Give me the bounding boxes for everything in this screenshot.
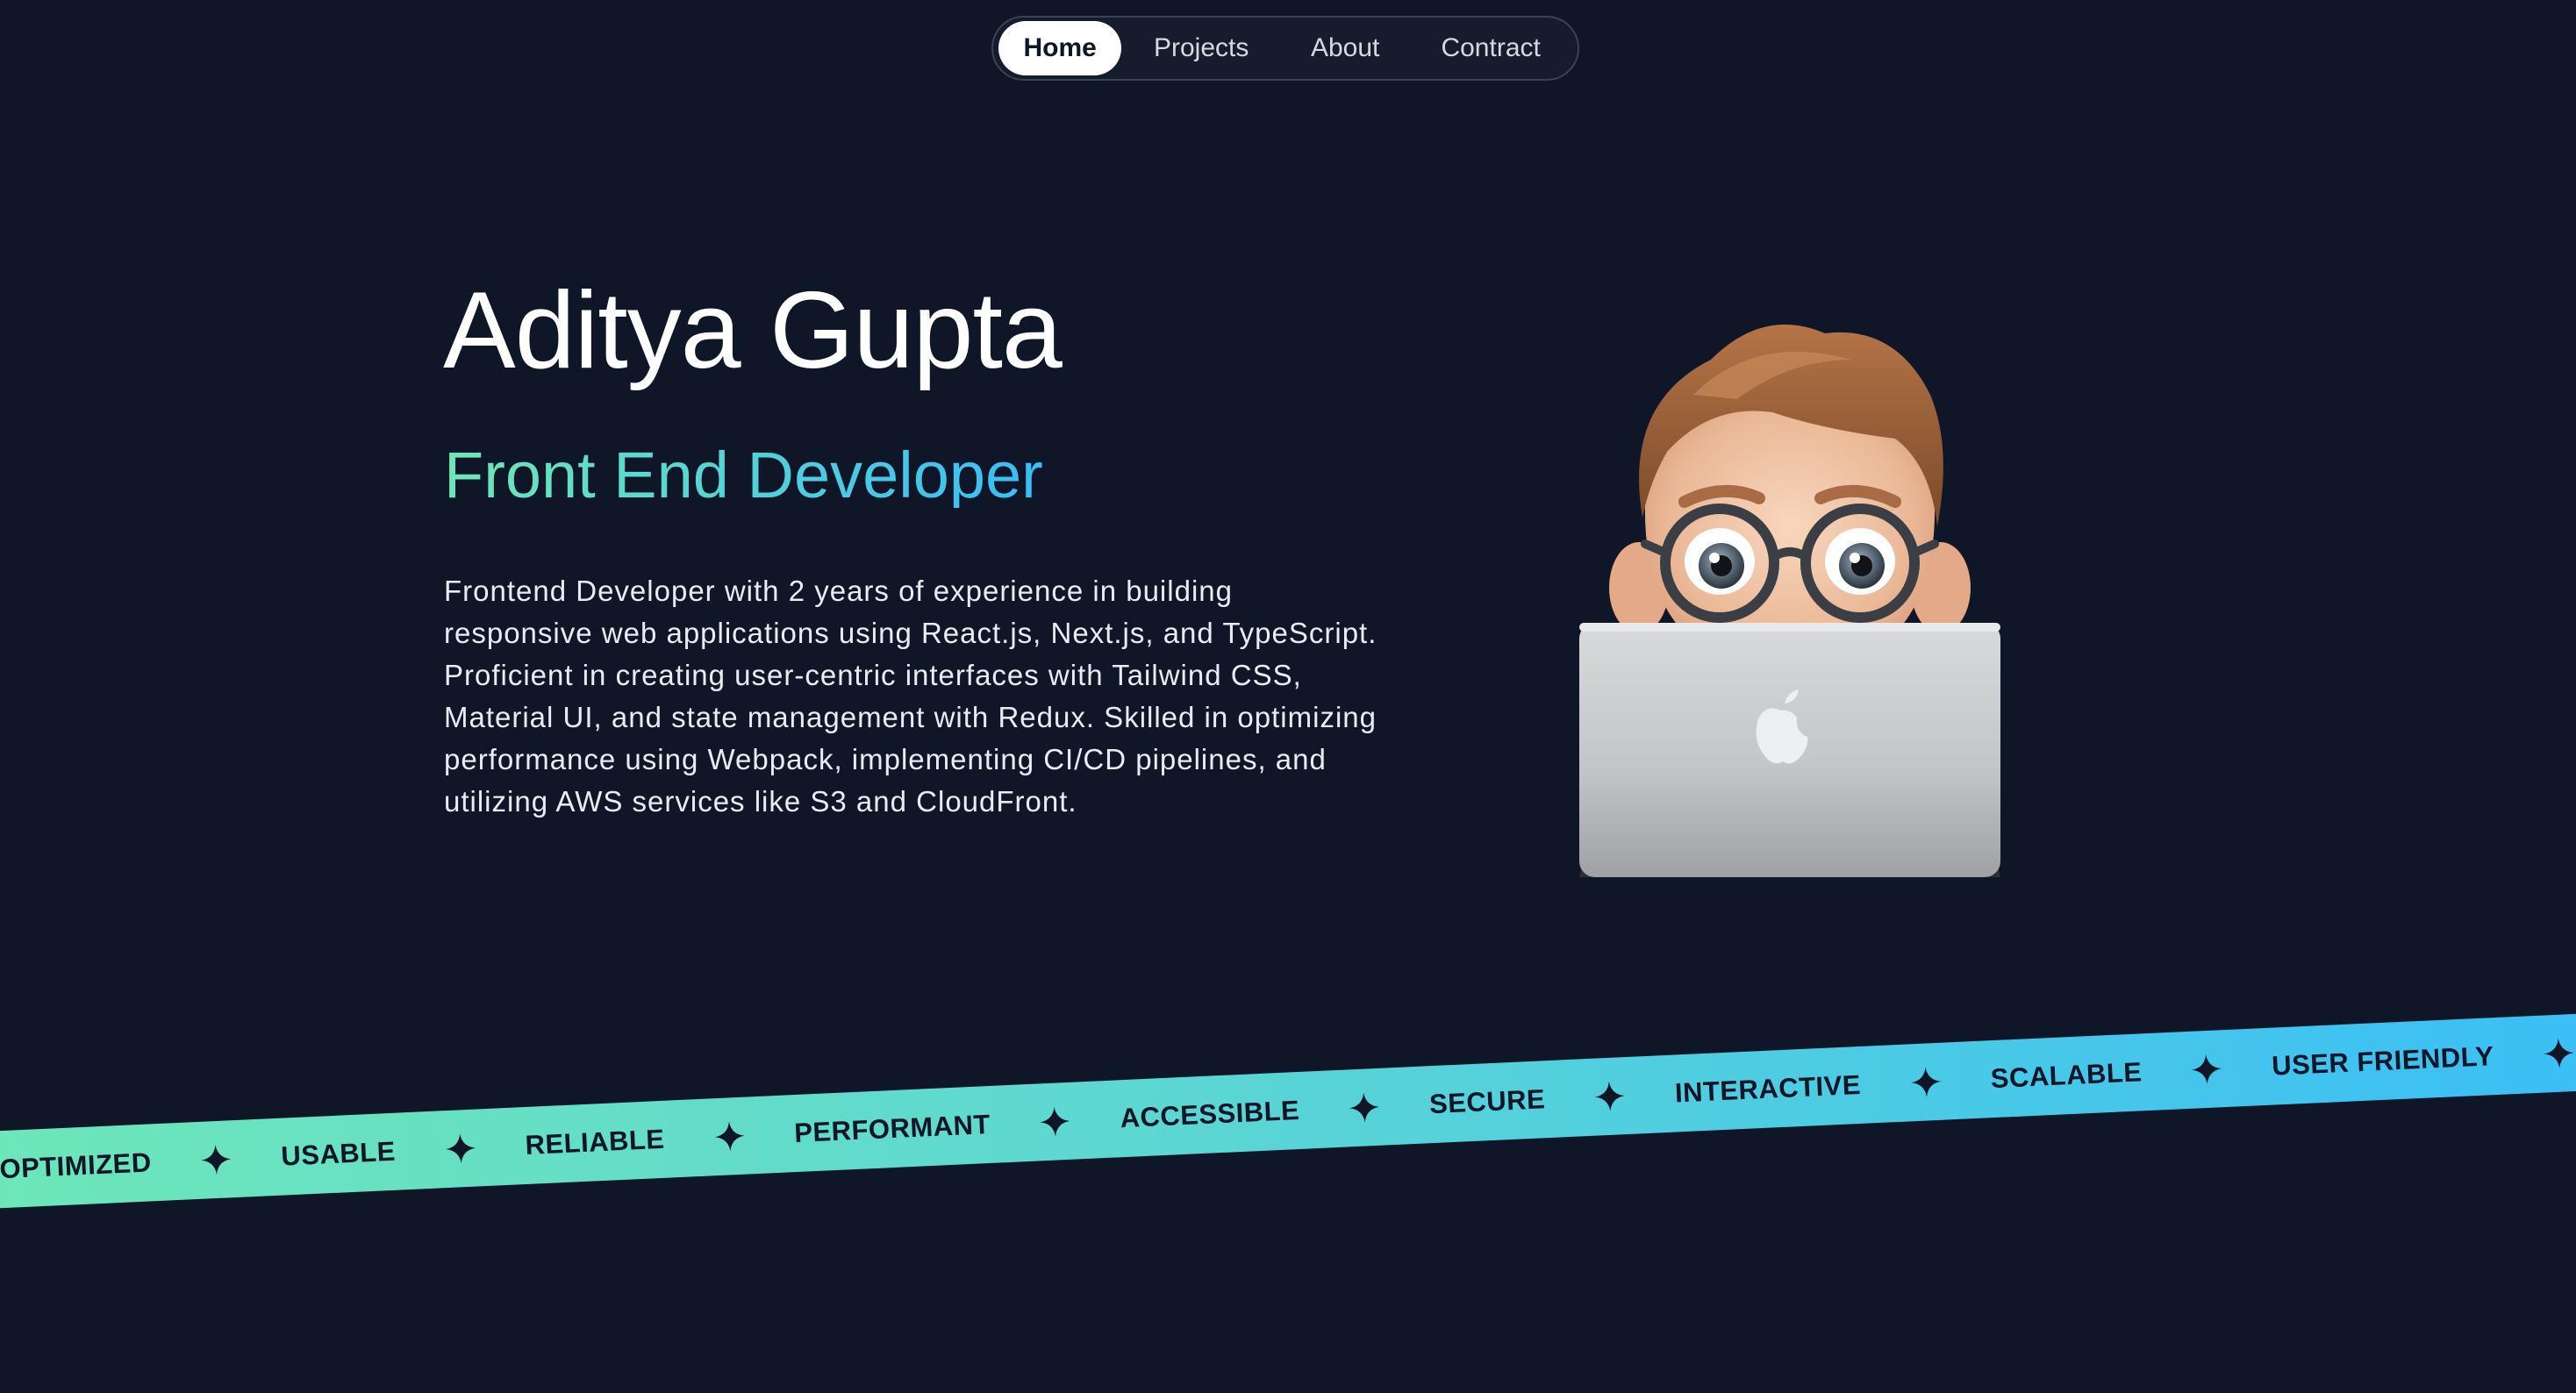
ribbon-word: SECURE: [1428, 1083, 1546, 1120]
bio-line: performance using Webpack, implementing …: [444, 743, 1327, 775]
ribbon-word: USER FRIENDLY: [2271, 1040, 2495, 1082]
top-nav: Home Projects About Contract: [991, 16, 1579, 81]
bio-line: utilizing AWS services like S3 and Cloud…: [444, 785, 1077, 818]
nav-item-projects[interactable]: Projects: [1121, 21, 1281, 75]
memoji-laptop-avatar-icon: [1562, 298, 2018, 877]
skills-ribbon: H OPTIMIZED USABLE RELIABLE PERFORMANT ACCES…: [0, 1008, 2576, 1213]
sparkle-star-icon: [2191, 1053, 2224, 1086]
ribbon-word: INTERACTIVE: [1674, 1068, 1862, 1109]
sparkle-star-icon: [2543, 1037, 2576, 1070]
sparkle-star-icon: [444, 1132, 477, 1166]
bio-line: Frontend Developer with 2 years of exper…: [444, 575, 1233, 607]
sparkle-star-icon: [1593, 1080, 1627, 1113]
sparkle-star-icon: [713, 1120, 747, 1154]
sparkle-star-icon: [1039, 1105, 1072, 1139]
ribbon-word: SCALABLE: [1990, 1056, 2143, 1095]
ribbon-word: RELIABLE: [524, 1123, 666, 1161]
hero-bio: Frontend Developer with 2 years of exper…: [444, 570, 1479, 823]
sparkle-star-icon: [1348, 1091, 1381, 1125]
bio-line: responsive web applications using React.…: [444, 617, 1377, 649]
ribbon-track: H OPTIMIZED USABLE RELIABLE PERFORMANT ACCES…: [0, 1011, 2576, 1187]
bio-line: Material UI, and state management with R…: [444, 701, 1377, 733]
nav-item-contract[interactable]: Contract: [1409, 21, 1572, 75]
nav-item-home[interactable]: Home: [998, 21, 1122, 75]
sparkle-star-icon: [200, 1143, 233, 1176]
hero-name: Aditya Gupta: [443, 270, 1063, 391]
ribbon-word: USABLE: [280, 1135, 397, 1172]
ribbon-word: H OPTIMIZED: [0, 1147, 153, 1185]
bio-line: Proficient in creating user-centric inte…: [444, 659, 1302, 691]
nav-item-about[interactable]: About: [1281, 21, 1409, 75]
ribbon-word: ACCESSIBLE: [1119, 1094, 1301, 1134]
sparkle-star-icon: [1909, 1066, 1943, 1099]
hero-role: Front End Developer: [444, 439, 1043, 511]
ribbon-word: PERFORMANT: [793, 1108, 991, 1149]
